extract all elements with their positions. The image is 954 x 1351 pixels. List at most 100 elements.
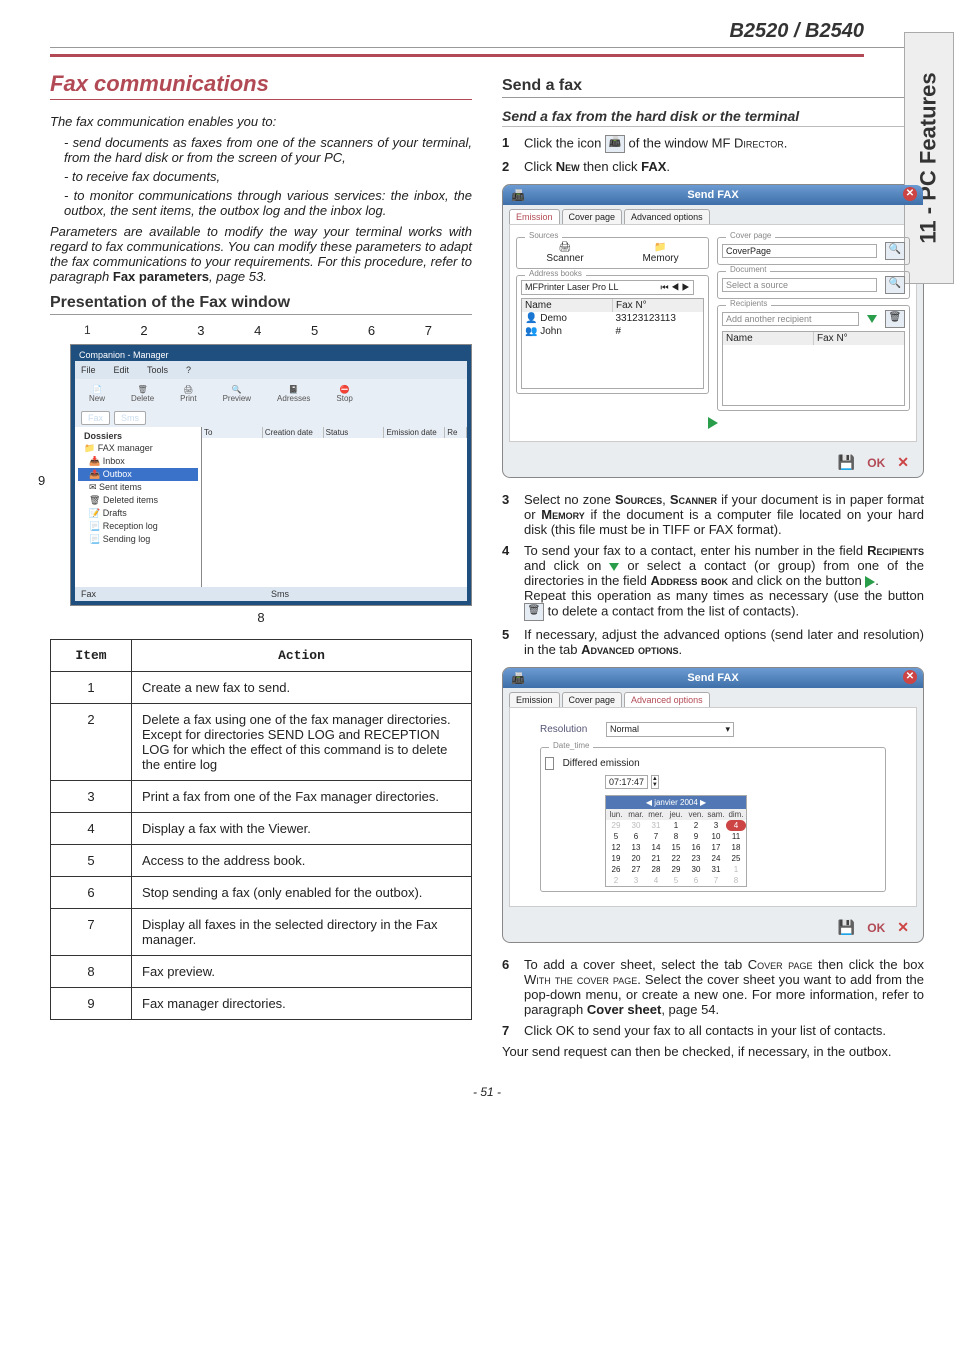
calendar-cell[interactable]: 20	[626, 853, 646, 864]
cancel-button[interactable]: ✕	[897, 454, 909, 471]
tab-cover-page[interactable]: Cover page	[562, 209, 623, 224]
calendar-cell[interactable]: 19	[606, 853, 626, 864]
tab-advanced[interactable]: Advanced options	[624, 209, 710, 224]
calendar-cell[interactable]: 25	[726, 853, 746, 864]
resolution-select[interactable]: Normal▾	[606, 722, 734, 737]
calendar-cell[interactable]: 8	[666, 831, 686, 842]
calendar-cell[interactable]: 4	[726, 820, 746, 831]
calendar-cell[interactable]: 16	[686, 842, 706, 853]
calendar-cell[interactable]: 3	[706, 820, 726, 831]
calendar-cell[interactable]: 21	[646, 853, 666, 864]
tab-emission[interactable]: Emission	[509, 692, 560, 707]
calendar-cell[interactable]: 5	[606, 831, 626, 842]
save-button[interactable]: 💾	[838, 454, 855, 471]
defer-checkbox[interactable]	[545, 757, 554, 770]
cover-page-input[interactable]: CoverPage	[722, 244, 877, 258]
scanner-button[interactable]: 🖨Scanner	[546, 242, 583, 264]
transfer-icon[interactable]	[708, 417, 718, 429]
tab-advanced[interactable]: Advanced options	[624, 692, 710, 707]
recipient-input[interactable]: Add another recipient	[722, 312, 859, 326]
calendar-cell[interactable]: 6	[686, 875, 706, 886]
tree-drafts[interactable]: 📝 Drafts	[78, 507, 198, 520]
calendar-cell[interactable]: 8	[726, 875, 746, 886]
document-input[interactable]: Select a source	[722, 278, 877, 292]
calendar-cell[interactable]: 10	[706, 831, 726, 842]
calendar-cell[interactable]: 11	[726, 831, 746, 842]
tree-root[interactable]: 📁 FAX manager	[78, 442, 198, 455]
calendar-cell[interactable]: 29	[666, 864, 686, 875]
ok-button[interactable]: OK	[867, 456, 885, 470]
calendar-cell[interactable]: 5	[666, 875, 686, 886]
calendar-cell[interactable]: 23	[686, 853, 706, 864]
menu-tools[interactable]: Tools	[147, 365, 168, 375]
preview-button[interactable]: 🔍Preview	[223, 385, 251, 403]
tree-outbox[interactable]: 📤 Outbox	[78, 468, 198, 481]
menu-help[interactable]: ?	[186, 365, 191, 375]
menu-bar[interactable]: File Edit Tools ?	[75, 361, 467, 379]
calendar-cell[interactable]: 26	[606, 864, 626, 875]
calendar-cell[interactable]: 30	[626, 820, 646, 831]
address-book-select[interactable]: MFPrinter Laser Pro LL ⏮ ◀ ▶	[521, 280, 694, 295]
calendar-cell[interactable]: 1	[726, 864, 746, 875]
calendar-cell[interactable]: 27	[626, 864, 646, 875]
calendar-cell[interactable]: 2	[686, 820, 706, 831]
add-recipient-button[interactable]	[867, 315, 877, 323]
save-button[interactable]: 💾	[838, 919, 855, 936]
tree-deleted[interactable]: 🗑 Deleted items	[78, 494, 198, 507]
close-icon[interactable]: ✕	[903, 670, 917, 684]
table-row[interactable]: 👤 Demo 33123123113	[522, 312, 703, 325]
calendar-cell[interactable]: 17	[706, 842, 726, 853]
delete-button[interactable]: 🗑Delete	[131, 385, 154, 403]
browse-icon[interactable]: 🔍	[885, 276, 905, 294]
nav-icons[interactable]: ⏮ ◀ ▶	[661, 282, 690, 293]
calendar-cell[interactable]: 2	[606, 875, 626, 886]
calendar-cell[interactable]: 4	[646, 875, 666, 886]
calendar-cell[interactable]: 24	[706, 853, 726, 864]
stop-button[interactable]: ⛔Stop	[336, 385, 352, 403]
col-emission[interactable]: Emission date	[384, 427, 445, 438]
time-spinner[interactable]: ▲▼	[651, 775, 659, 789]
calendar-cell[interactable]: 13	[626, 842, 646, 853]
calendar-cell[interactable]: 28	[646, 864, 666, 875]
new-button[interactable]: 📄New	[89, 385, 105, 403]
tab-sms[interactable]: Sms	[114, 411, 146, 425]
calendar[interactable]: ◀ janvier 2004 ▶ lun.mar.mer.jeu.ven.sam…	[605, 795, 747, 887]
calendar-cell[interactable]: 6	[626, 831, 646, 842]
calendar-cell[interactable]: 7	[706, 875, 726, 886]
calendar-cell[interactable]: 29	[606, 820, 626, 831]
calendar-cell[interactable]: 22	[666, 853, 686, 864]
time-input[interactable]: 07:17:47	[605, 775, 648, 789]
col-status[interactable]: Status	[324, 427, 385, 438]
memory-button[interactable]: 📁Memory	[642, 242, 678, 264]
calendar-cell[interactable]: 31	[646, 820, 666, 831]
delete-recipient-icon[interactable]: 🗑	[885, 310, 905, 328]
calendar-cell[interactable]: 3	[626, 875, 646, 886]
menu-edit[interactable]: Edit	[114, 365, 130, 375]
tab-emission[interactable]: Emission	[509, 209, 560, 224]
calendar-cell[interactable]: 1	[666, 820, 686, 831]
menu-file[interactable]: File	[81, 365, 96, 375]
calendar-cell[interactable]: 18	[726, 842, 746, 853]
close-icon[interactable]: ✕	[903, 187, 917, 201]
calendar-cell[interactable]: 9	[686, 831, 706, 842]
tree-sending-log[interactable]: 📃 Sending log	[78, 533, 198, 546]
tab-fax[interactable]: Fax	[81, 411, 110, 425]
calendar-cell[interactable]: 12	[606, 842, 626, 853]
tree-sent[interactable]: ✉ Sent items	[78, 481, 198, 494]
cancel-button[interactable]: ✕	[897, 919, 909, 936]
calendar-cell[interactable]: 31	[706, 864, 726, 875]
calendar-cell[interactable]: 7	[646, 831, 666, 842]
addresses-button[interactable]: 📓Adresses	[277, 385, 310, 403]
print-button[interactable]: 🖨Print	[180, 385, 196, 403]
browse-icon[interactable]: 🔍	[885, 242, 905, 260]
calendar-cell[interactable]: 30	[686, 864, 706, 875]
tab-cover-page[interactable]: Cover page	[562, 692, 623, 707]
col-to[interactable]: To	[202, 427, 263, 438]
tree-inbox[interactable]: 📥 Inbox	[78, 455, 198, 468]
calendar-cell[interactable]: 15	[666, 842, 686, 853]
calendar-cell[interactable]: 14	[646, 842, 666, 853]
col-creation[interactable]: Creation date	[263, 427, 324, 438]
table-row[interactable]: 👥 John #	[522, 325, 703, 338]
ok-button[interactable]: OK	[867, 921, 885, 935]
tree-reception-log[interactable]: 📃 Reception log	[78, 520, 198, 533]
